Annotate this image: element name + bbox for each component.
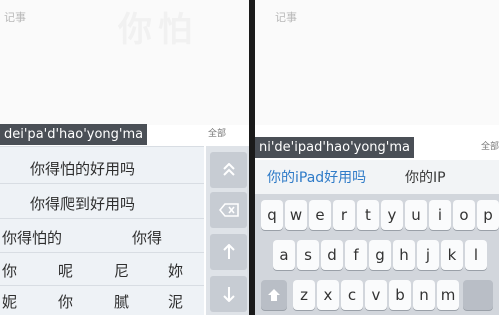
- key-v[interactable]: v: [365, 280, 387, 310]
- right-screen: 记事 ni'de'ipad'hao'yong'ma 全部 你的iPad好用吗 你…: [255, 0, 499, 315]
- key-e[interactable]: e: [309, 200, 331, 230]
- all-label[interactable]: 全部: [481, 139, 499, 152]
- note-editor[interactable]: 记事: [255, 0, 499, 125]
- down-arrow-icon[interactable]: [210, 276, 247, 312]
- key-c[interactable]: c: [341, 280, 363, 310]
- all-label[interactable]: 全部: [208, 126, 226, 139]
- note-title: 记事: [4, 11, 26, 24]
- key-u[interactable]: u: [405, 200, 427, 230]
- key-b[interactable]: b: [389, 280, 411, 310]
- candidate[interactable]: 呢: [58, 260, 73, 281]
- key-o[interactable]: o: [453, 200, 475, 230]
- pinyin-composition: ni'de'ipad'hao'yong'ma: [255, 137, 414, 158]
- key-i[interactable]: i: [429, 200, 451, 230]
- candidate[interactable]: 泥: [168, 291, 183, 312]
- note-text-ghost: 你怕: [118, 10, 198, 50]
- candidate[interactable]: 你: [58, 291, 73, 312]
- note-title: 记事: [275, 11, 297, 24]
- candidate[interactable]: 你得爬到好用吗: [30, 193, 135, 214]
- backspace-icon[interactable]: [463, 280, 493, 310]
- up-arrow-icon[interactable]: [210, 234, 247, 270]
- key-s[interactable]: s: [297, 240, 319, 270]
- key-h[interactable]: h: [393, 240, 415, 270]
- candidate[interactable]: 你得怕的好用吗: [30, 158, 135, 179]
- key-d[interactable]: d: [321, 240, 343, 270]
- key-q[interactable]: q: [261, 200, 283, 230]
- key-z[interactable]: z: [293, 280, 315, 310]
- candidate-panel: 你得怕的好用吗 你得爬到好用吗 你得怕的 你得 你 呢 尼 妳 妮 你 腻 泥: [0, 146, 204, 315]
- up-chevron-icon[interactable]: [210, 152, 247, 188]
- candidate[interactable]: 你: [2, 260, 17, 281]
- key-j[interactable]: j: [417, 240, 439, 270]
- candidate[interactable]: 妮: [2, 291, 17, 312]
- note-editor[interactable]: 记事 你怕: [0, 0, 249, 125]
- candidate[interactable]: 你得怕的: [2, 227, 62, 248]
- key-f[interactable]: f: [345, 240, 367, 270]
- backspace-icon[interactable]: [210, 192, 247, 228]
- qwerty-keyboard: q w e r t y u i o p a s d f g h j k l z …: [255, 194, 499, 315]
- left-screen: 记事 你怕 dei'pa'd'hao'yong'ma 全部 你得怕的好用吗 你得…: [0, 0, 249, 315]
- key-y[interactable]: y: [381, 200, 403, 230]
- key-a[interactable]: a: [273, 240, 295, 270]
- key-r[interactable]: r: [333, 200, 355, 230]
- key-w[interactable]: w: [285, 200, 307, 230]
- pinyin-composition: dei'pa'd'hao'yong'ma: [0, 124, 148, 145]
- candidate[interactable]: 你得: [132, 227, 162, 248]
- key-n[interactable]: n: [413, 280, 435, 310]
- side-function-keys: [206, 146, 249, 315]
- candidate[interactable]: 尼: [114, 260, 129, 281]
- key-p[interactable]: p: [477, 200, 499, 230]
- key-x[interactable]: x: [317, 280, 339, 310]
- key-k[interactable]: k: [441, 240, 463, 270]
- shift-arrow-icon[interactable]: [261, 280, 287, 310]
- key-g[interactable]: g: [369, 240, 391, 270]
- candidate[interactable]: 你的IP: [405, 167, 446, 187]
- key-l[interactable]: l: [465, 240, 487, 270]
- candidate-bar: 你的iPad好用吗 你的IP: [255, 160, 499, 194]
- candidate[interactable]: 你的iPad好用吗: [267, 167, 366, 187]
- candidate[interactable]: 腻: [114, 291, 129, 312]
- key-m[interactable]: m: [437, 280, 459, 310]
- candidate[interactable]: 妳: [168, 260, 183, 281]
- key-t[interactable]: t: [357, 200, 379, 230]
